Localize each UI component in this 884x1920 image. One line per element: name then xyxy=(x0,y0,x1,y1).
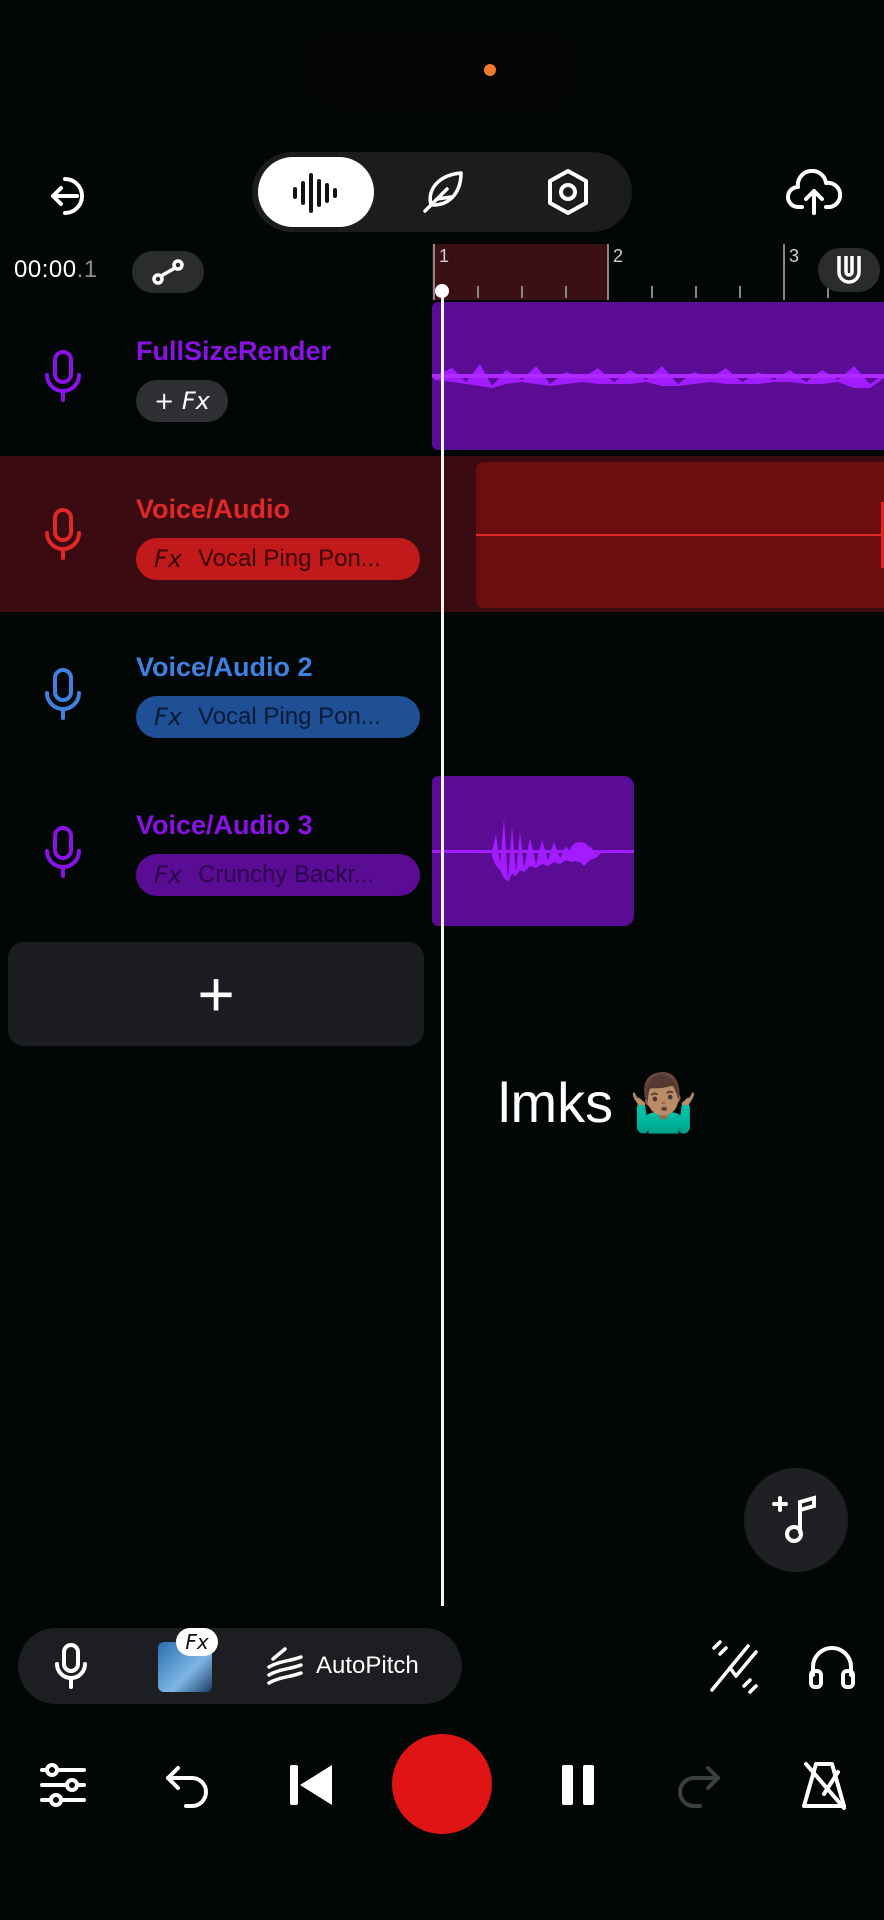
fx-effect-pill[interactable]: Fx Vocal Ping Pon... xyxy=(136,538,420,580)
hexagon-settings-icon[interactable] xyxy=(540,164,596,220)
privacy-indicator-dot xyxy=(484,64,496,76)
cloud-upload-icon[interactable] xyxy=(784,164,844,220)
snap-magnet-button[interactable] xyxy=(818,248,880,292)
sliders-icon[interactable] xyxy=(36,1758,90,1812)
track-name[interactable]: FullSizeRender xyxy=(136,336,331,367)
mic-icon[interactable] xyxy=(38,666,88,722)
link-button[interactable] xyxy=(132,251,204,293)
dynamic-island xyxy=(304,30,578,110)
skip-back-icon[interactable] xyxy=(282,1758,338,1812)
exit-icon[interactable] xyxy=(42,168,98,224)
pause-icon[interactable] xyxy=(552,1758,604,1812)
track-name[interactable]: Voice/Audio 2 xyxy=(136,652,313,683)
add-track-button[interactable]: + xyxy=(8,942,424,1046)
timeline-ruler[interactable] xyxy=(432,244,884,300)
audio-clip-fullsizerender[interactable] xyxy=(432,302,884,450)
add-music-icon xyxy=(772,1495,816,1543)
fx-badge: Fx xyxy=(176,1628,218,1656)
audio-clip-voice-audio-3[interactable] xyxy=(432,776,634,926)
track-name[interactable]: Voice/Audio 3 xyxy=(136,810,313,841)
track-name[interactable]: Voice/Audio xyxy=(136,494,290,525)
tuning-fork-icon[interactable] xyxy=(706,1636,762,1696)
metronome-off-icon[interactable] xyxy=(796,1756,852,1814)
ruler-tick-label: 3 xyxy=(789,246,800,266)
autopitch-icon[interactable] xyxy=(262,1642,308,1692)
ruler-tick-label: 1 xyxy=(439,246,450,266)
add-music-button[interactable] xyxy=(744,1468,848,1572)
ruler-tick-label: 2 xyxy=(613,246,624,266)
headphones-icon[interactable] xyxy=(804,1636,860,1696)
fx-effect-pill[interactable]: Fx Crunchy Backr... xyxy=(136,854,420,896)
feather-icon[interactable] xyxy=(414,164,470,220)
waveform-icon[interactable] xyxy=(290,168,342,218)
playhead[interactable] xyxy=(441,290,444,1606)
magnet-icon xyxy=(837,256,861,284)
autopitch-button-label[interactable]: AutoPitch xyxy=(316,1652,419,1680)
mic-icon[interactable] xyxy=(38,506,88,562)
mic-icon[interactable] xyxy=(38,824,88,880)
overlay-caption: lmks 🤷🏽‍♂️ xyxy=(498,1071,699,1134)
add-track-label: + xyxy=(197,958,235,1030)
playhead-handle[interactable] xyxy=(435,284,449,298)
time-readout: 00:00.1 xyxy=(14,256,98,283)
add-fx-button[interactable]: + Fx xyxy=(136,380,228,422)
record-button[interactable] xyxy=(392,1734,492,1834)
mic-icon[interactable] xyxy=(38,348,88,404)
undo-icon[interactable] xyxy=(160,1758,214,1812)
mic-icon[interactable] xyxy=(48,1640,94,1692)
link-icon xyxy=(152,259,184,285)
audio-clip-voice-audio[interactable] xyxy=(476,462,884,608)
fx-effect-pill[interactable]: Fx Vocal Ping Pon... xyxy=(136,696,420,738)
redo-icon[interactable] xyxy=(672,1758,726,1812)
